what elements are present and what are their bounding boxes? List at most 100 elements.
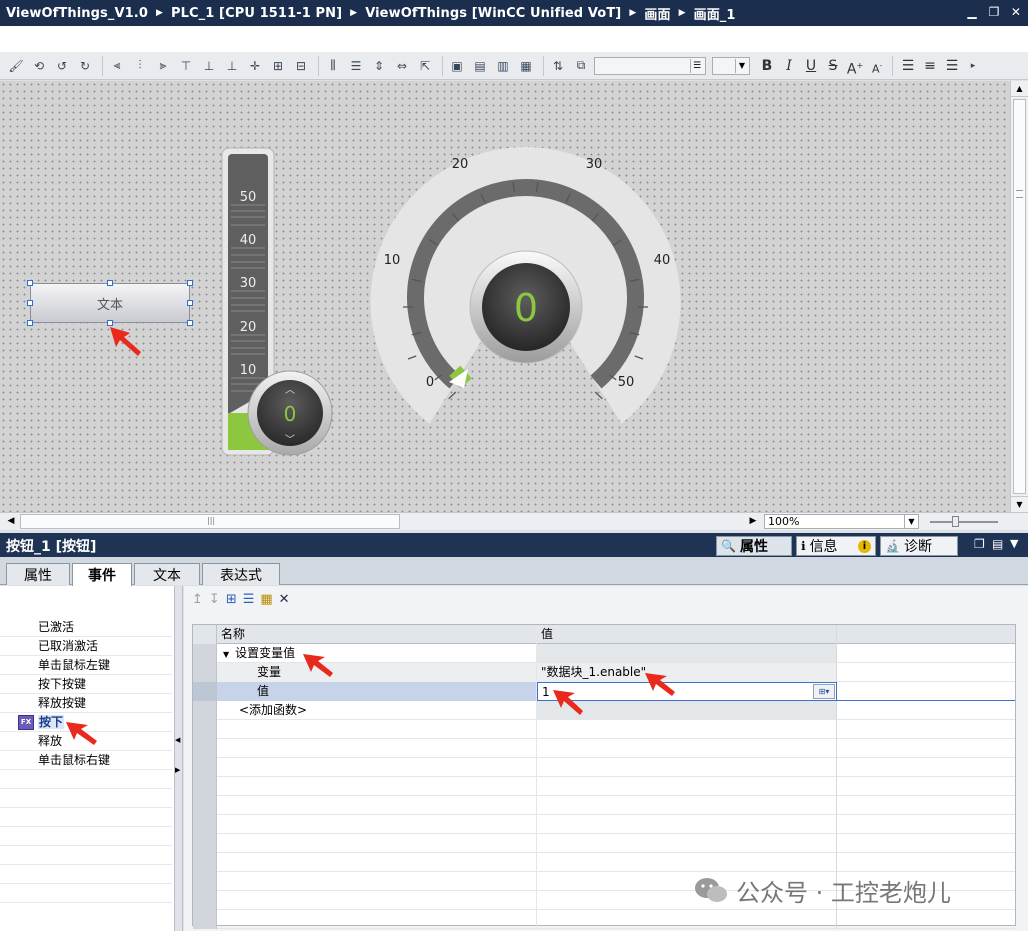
chevron-up-icon[interactable]: ︿ xyxy=(285,385,295,396)
expand-triangle-icon[interactable]: ▼ xyxy=(223,650,229,659)
param-variable-value[interactable]: "数据块_1.enable" xyxy=(537,663,837,682)
breadcrumb-plc[interactable]: PLC_1 [CPU 1511-1 PN] xyxy=(171,6,342,21)
move-up-icon[interactable]: ↥ xyxy=(192,592,203,607)
font-size-select[interactable]: ▼ xyxy=(712,56,750,75)
align-right-icon[interactable]: ⫸ xyxy=(153,56,173,76)
breadcrumb-project[interactable]: ViewOfThings_V1.0 xyxy=(6,6,148,21)
center-vertical-icon[interactable]: ⊟ xyxy=(291,56,311,76)
canvas-vertical-scrollbar[interactable]: ▲ ▼ xyxy=(1010,81,1028,512)
event-item-left-click[interactable]: 单击鼠标左键 xyxy=(0,656,172,675)
hmi-slider-widget[interactable]: 50 40 30 20 10 0 ︿ ﹀ xyxy=(218,145,338,457)
resize-handle[interactable] xyxy=(107,280,113,286)
minimize-icon[interactable]: ▁ xyxy=(964,4,980,20)
rotate-icon[interactable]: ⟲ xyxy=(29,56,49,76)
rotate-right-icon[interactable]: ↻ xyxy=(75,56,95,76)
event-item-key-up[interactable]: 释放按键 xyxy=(0,694,172,713)
add-function-label[interactable]: <添加函数> xyxy=(217,701,537,720)
breadcrumb-screens[interactable]: 画面 xyxy=(644,4,670,23)
event-item-deactivated[interactable]: 已取消激活 xyxy=(0,637,172,656)
bold-icon[interactable]: B xyxy=(756,56,778,76)
chevron-down-icon[interactable]: ﹀ xyxy=(285,434,295,446)
move-down-icon[interactable]: ↧ xyxy=(209,592,220,607)
font-grow-icon[interactable]: A+ xyxy=(844,56,866,78)
hmi-gauge-widget[interactable]: 0 10 20 30 40 50 0 xyxy=(368,145,688,427)
layout-icon[interactable]: ▤ xyxy=(992,537,1003,551)
align-center-icon[interactable]: ⫶ xyxy=(130,56,150,76)
panel-splitter[interactable]: ◀ ▶ xyxy=(175,586,183,931)
float-window-icon[interactable]: ❐ xyxy=(974,537,985,551)
scroll-up-icon[interactable]: ▲ xyxy=(1011,81,1028,97)
scroll-right-icon[interactable]: ▶ xyxy=(746,514,760,529)
font-select[interactable]: ☰ xyxy=(594,56,706,75)
same-height-icon[interactable]: ⇕ xyxy=(369,56,389,76)
underline-icon[interactable]: U xyxy=(800,56,822,76)
collapse-panel-icon[interactable]: ▼ xyxy=(1010,537,1018,550)
event-item-key-down[interactable]: 按下按键 xyxy=(0,675,172,694)
send-backward-icon[interactable]: ▥ xyxy=(493,56,513,76)
bring-forward-icon[interactable]: ▤ xyxy=(470,56,490,76)
delete-icon[interactable]: ✕ xyxy=(279,592,290,607)
resize-handle[interactable] xyxy=(187,280,193,286)
breadcrumb-hmi[interactable]: ViewOfThings [WinCC Unified VoT] xyxy=(365,6,621,21)
bring-front-icon[interactable]: ▣ xyxy=(447,56,467,76)
collapse-all-icon[interactable]: ☰ xyxy=(243,592,255,607)
send-back-icon[interactable]: ▦ xyxy=(516,56,536,76)
tab-diagnostics[interactable]: 🔬 诊断 xyxy=(880,536,958,556)
chevron-down-icon[interactable]: ▼ xyxy=(904,515,918,528)
tab-info[interactable]: ℹ 信息 i xyxy=(796,536,876,556)
align-top-icon[interactable]: ⊤ xyxy=(176,56,196,76)
rotate-left-icon[interactable]: ↺ xyxy=(52,56,72,76)
convert-script-icon[interactable]: ▦ xyxy=(260,592,272,607)
tab-expressions[interactable]: 表达式 xyxy=(202,563,280,585)
splitter-right-icon[interactable]: ▶ xyxy=(175,766,180,774)
zoom-select[interactable]: 100% ▼ xyxy=(764,514,919,529)
table-row-add-function[interactable]: <添加函数> xyxy=(193,701,1015,720)
tab-properties-inspector[interactable]: 🔍 属性 xyxy=(716,536,792,556)
scroll-down-icon[interactable]: ▼ xyxy=(1011,496,1028,512)
center-horizontal-icon[interactable]: ⊞ xyxy=(268,56,288,76)
scroll-thumb[interactable] xyxy=(1013,99,1026,494)
italic-icon[interactable]: I xyxy=(778,56,800,76)
tab-text[interactable]: 文本 xyxy=(134,563,200,585)
zoom-slider-thumb[interactable] xyxy=(952,516,959,527)
horizontal-scroll-thumb[interactable]: ||| xyxy=(20,514,400,529)
resize-handle[interactable] xyxy=(187,300,193,306)
text-align-right-icon[interactable]: ☰ xyxy=(941,56,963,76)
font-shrink-icon[interactable]: A- xyxy=(866,56,888,76)
text-align-left-icon[interactable]: ☰ xyxy=(897,56,919,76)
splitter-left-icon[interactable]: ◀ xyxy=(175,736,180,744)
restore-icon[interactable]: ❐ xyxy=(986,4,1002,20)
strikethrough-icon[interactable]: S xyxy=(822,56,844,76)
event-item-activated[interactable]: 已激活 xyxy=(0,618,172,637)
center-icon[interactable]: ✛ xyxy=(245,56,265,76)
column-header-name[interactable]: 名称 xyxy=(217,625,537,644)
distribute-horizontal-icon[interactable]: ⫼ xyxy=(323,56,343,76)
expand-all-icon[interactable]: ⊞ xyxy=(226,592,237,607)
breadcrumb-screen[interactable]: 画面_1 xyxy=(694,4,736,23)
resize-handle[interactable] xyxy=(27,300,33,306)
format-painter-icon[interactable]: 🖌 xyxy=(6,56,26,76)
resize-handle[interactable] xyxy=(27,320,33,326)
tag-picker-icon[interactable]: ⊞▾ xyxy=(813,684,835,699)
align-middle-icon[interactable]: ⊥ xyxy=(199,56,219,76)
tab-events[interactable]: 事件 xyxy=(72,563,132,586)
text-align-center-icon[interactable]: ≡ xyxy=(919,56,941,76)
align-bottom-icon[interactable]: ⊥ xyxy=(222,56,242,76)
toolbar-overflow-icon[interactable]: ▸ xyxy=(963,56,983,76)
tab-properties[interactable]: 属性 xyxy=(6,563,70,585)
screen-canvas[interactable]: 文本 50 40 30 20 10 0 ︿ ﹀ 0 10 20 30 40 50… xyxy=(0,81,1010,512)
layer-icon[interactable]: ⧉ xyxy=(571,56,591,76)
same-size-icon[interactable]: ⇱ xyxy=(415,56,435,76)
same-width-icon[interactable]: ⇔ xyxy=(392,56,412,76)
resize-handle[interactable] xyxy=(27,280,33,286)
zoom-slider[interactable] xyxy=(930,521,998,523)
resize-handle[interactable] xyxy=(187,320,193,326)
scroll-left-icon[interactable]: ◀ xyxy=(4,514,18,529)
layer-up-icon[interactable]: ⇅ xyxy=(548,56,568,76)
column-header-value[interactable]: 值 xyxy=(537,625,837,644)
align-left-icon[interactable]: ⫷ xyxy=(107,56,127,76)
event-item-right-click[interactable]: 单击鼠标右键 xyxy=(0,751,172,770)
hmi-button-widget[interactable]: 文本 xyxy=(30,283,190,323)
close-icon[interactable]: ✕ xyxy=(1008,4,1024,20)
distribute-vertical-icon[interactable]: ☰ xyxy=(346,56,366,76)
